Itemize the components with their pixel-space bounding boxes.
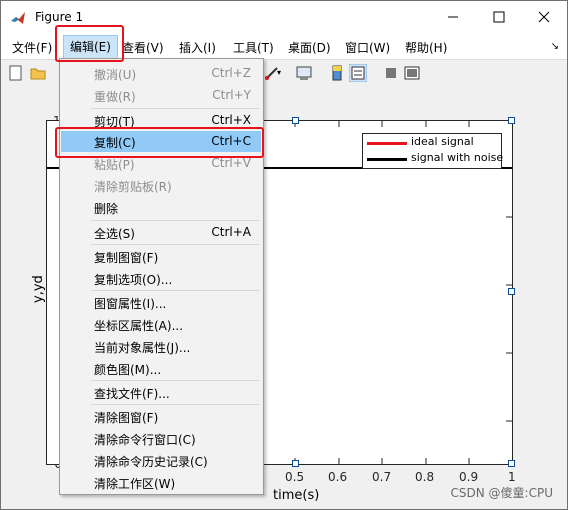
link-plot-icon[interactable] [295,64,313,82]
figure-window: Figure 1 文件(F) 编辑(E) 查看(V) 插入(I) 工具(T) 桌… [0,0,568,510]
x-tick-label: 0.5 [285,470,305,484]
menu-item-clear-command-history[interactable]: 清除命令历史记录(C) [61,450,261,471]
menu-item-clear-figure[interactable]: 清除图窗(F) [61,406,261,427]
menu-item-undo[interactable]: 撤消(U) Ctrl+Z [61,63,261,84]
menu-file[interactable]: 文件(F) [12,39,52,56]
maximize-icon [493,11,505,23]
menubar-dock-arrow-icon[interactable]: ↘ [551,41,559,52]
hide-plot-tools-icon[interactable] [382,64,400,82]
menu-item-find-files[interactable]: 查找文件(F)... [61,382,261,403]
menu-separator [91,220,259,221]
menu-item-copy-options[interactable]: 复制选项(O)... [61,268,261,289]
menu-item-clear-clipboard[interactable]: 清除剪贴板(R) [61,175,261,196]
menu-item-colormap[interactable]: 颜色图(M)... [61,358,261,379]
legend[interactable]: ideal signal signal with noise [362,133,504,169]
x-axis-label: time(s) [273,488,320,503]
close-button[interactable] [521,1,567,33]
menu-separator [91,290,259,291]
window-title: Figure 1 [35,10,84,24]
matlab-logo-icon [11,12,25,24]
menu-item-clear-command-window[interactable]: 清除命令行窗口(C) [61,428,261,449]
legend-swatch-black [367,158,407,161]
menu-insert[interactable]: 插入(I) [179,39,216,56]
colorbar-icon[interactable] [328,64,346,82]
menu-item-select-all[interactable]: 全选(S) Ctrl+A [61,222,261,243]
menu-view[interactable]: 查看(V) [122,39,164,56]
legend-label: signal with noise [411,151,504,164]
minimize-button[interactable] [430,1,476,33]
minimize-icon [448,16,458,18]
selection-handle[interactable] [508,117,515,124]
selection-handle[interactable] [508,288,515,295]
menu-help[interactable]: 帮助(H) [405,39,447,56]
annotation-box-copy-item [55,127,264,158]
legend-swatch-red [367,142,407,145]
menu-window[interactable]: 窗口(W) [345,39,390,56]
x-tick-label: 0.9 [459,470,479,484]
selection-handle[interactable] [292,460,299,467]
menu-item-redo[interactable]: 重做(R) Ctrl+Y [61,85,261,106]
watermark: CSDN @傻童:CPU [450,486,553,500]
selection-handle[interactable] [292,117,299,124]
menu-desktop[interactable]: 桌面(D) [288,39,331,56]
maximize-button[interactable] [476,1,522,33]
menu-separator [91,244,259,245]
menu-item-current-object-properties[interactable]: 当前对象属性(J)... [61,336,261,357]
menu-tools[interactable]: 工具(T) [233,39,274,56]
menu-item-copy-figure[interactable]: 复制图窗(F) [61,246,261,267]
annotation-box-edit-menu [55,25,124,62]
menu-item-clear-workspace[interactable]: 清除工作区(W) [61,472,261,493]
open-file-icon[interactable] [29,64,47,82]
close-icon [538,11,550,23]
x-tick-label: 0.6 [328,470,348,484]
menu-item-figure-properties[interactable]: 图窗属性(I)... [61,292,261,313]
x-tick-label: 0.8 [415,470,435,484]
edit-menu-dropdown: 撤消(U) Ctrl+Z 重做(R) Ctrl+Y 剪切(T) Ctrl+X 复… [59,58,264,495]
selection-handle[interactable] [508,460,515,467]
show-plot-tools-icon[interactable] [403,64,421,82]
new-figure-icon[interactable] [7,64,25,82]
brush-dropdown-icon[interactable]: ▾ [277,68,281,77]
legend-icon[interactable] [349,64,367,82]
menu-separator [91,108,259,109]
menu-item-axes-properties[interactable]: 坐标区属性(A)... [61,314,261,335]
menu-separator [91,404,259,405]
y-axis-label: y,yd [31,275,46,303]
x-tick-label: 0.7 [372,470,392,484]
x-tick-label: 1 [508,470,516,484]
menu-separator [91,380,259,381]
legend-label: ideal signal [411,135,474,148]
menu-item-delete[interactable]: 删除 [61,197,261,218]
